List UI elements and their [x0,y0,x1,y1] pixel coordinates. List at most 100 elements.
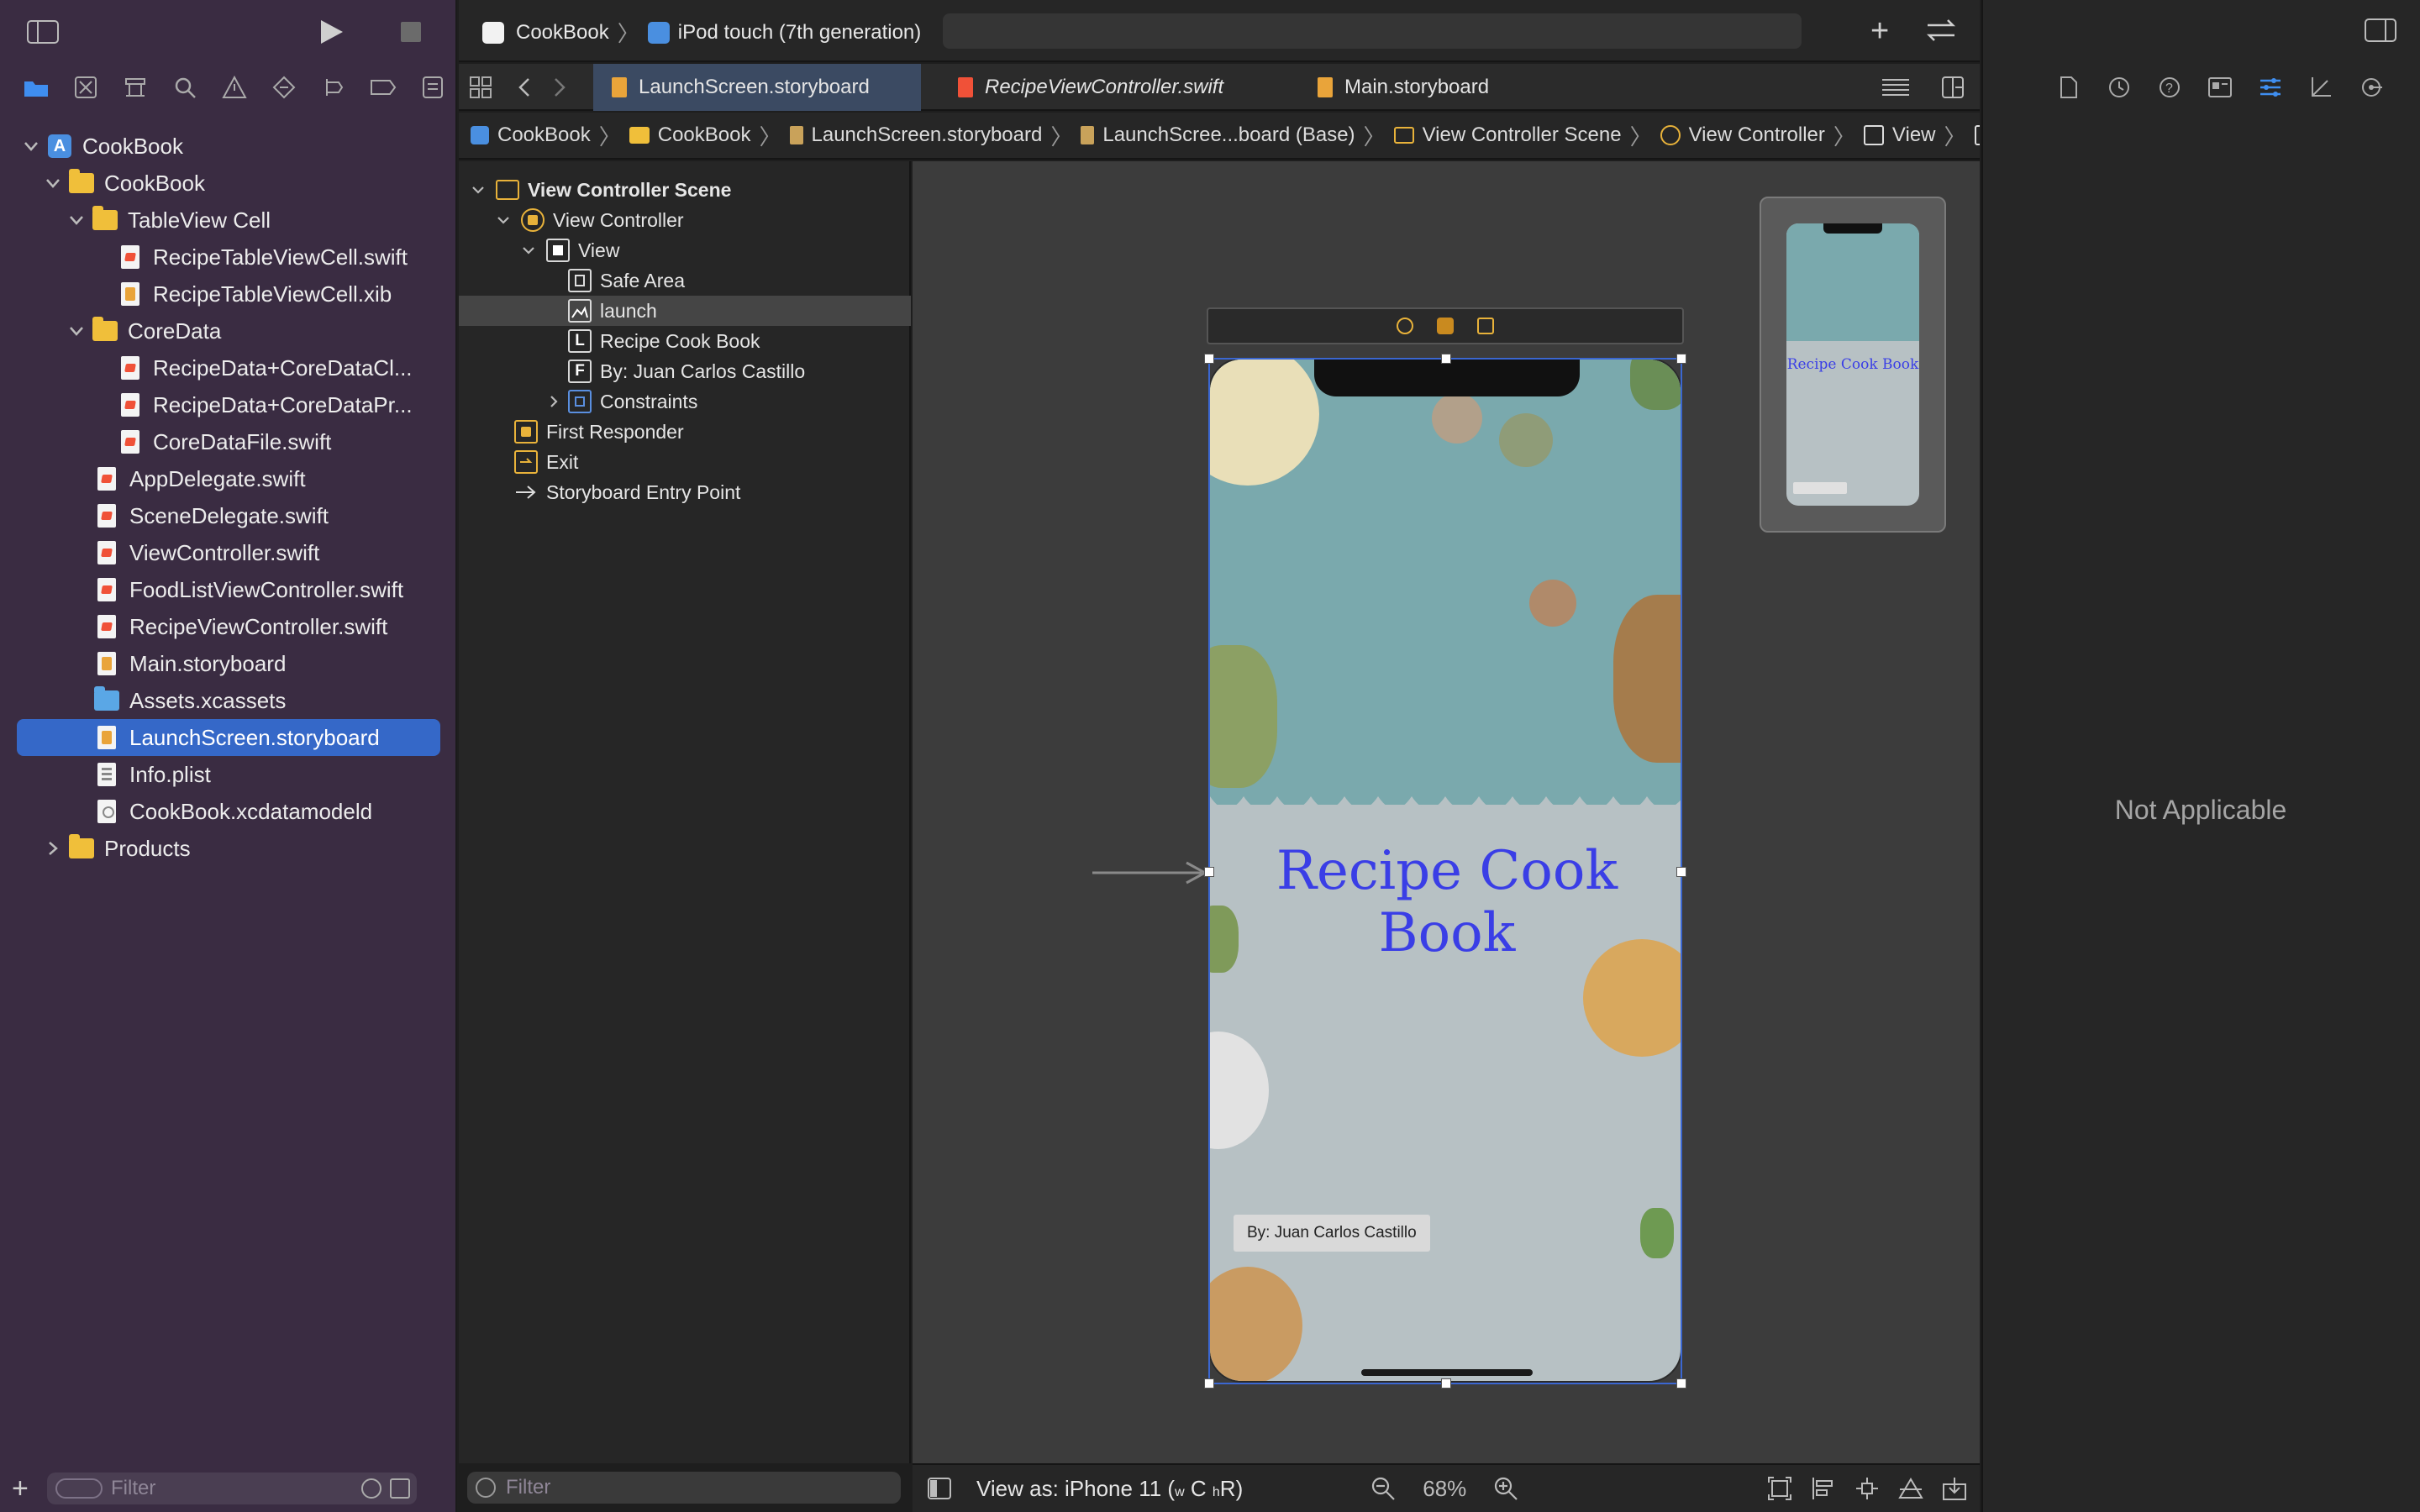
filter-options-icon[interactable] [55,1478,103,1499]
inspector-toggle-icon[interactable] [2365,18,2396,42]
breadcrumb-localization[interactable]: LaunchScree...board (Base) [1081,123,1355,147]
help-inspector-tab-icon[interactable]: ? [2144,67,2195,108]
update-frames-icon[interactable] [1767,1476,1792,1501]
chevron-right-icon[interactable] [42,837,64,859]
breadcrumb-scene[interactable]: View Controller Scene [1393,123,1622,147]
symbol-navigator-tab-icon[interactable] [111,67,160,108]
sidebar-toggle-icon[interactable] [27,20,59,44]
run-button[interactable] [318,18,345,45]
related-items-icon[interactable] [469,76,492,99]
outline-item-view[interactable]: View [518,235,619,265]
recipe-title-label[interactable]: Recipe Cook Book [1220,840,1674,964]
tab-recipeviewcontroller-swift[interactable]: RecipeViewController.swift [939,64,1292,111]
launch-screen-preview[interactable]: Recipe Cook Book By: Juan Carlos Castill… [1208,358,1682,1383]
first-responder-icon[interactable] [1437,318,1454,334]
chevron-down-icon[interactable] [467,179,489,201]
tree-item-file[interactable]: FoodListViewController.swift [17,571,440,608]
canvas-minimap[interactable]: Recipe Cook Book [1760,197,1946,533]
find-navigator-tab-icon[interactable] [160,67,210,108]
connections-inspector-tab-icon[interactable] [2346,67,2396,108]
breadcrumb-image-view[interactable]: launch [1974,123,1980,147]
code-review-toggle-icon[interactable] [1924,17,1958,44]
tree-item-group-cookbook[interactable]: CookBook [17,165,440,202]
breadcrumb-view[interactable]: View [1863,123,1936,147]
tree-item-project[interactable]: A CookBook [17,128,440,165]
tree-item-group-products[interactable]: Products [17,830,440,867]
tree-item-file[interactable]: SceneDelegate.swift [17,497,440,534]
tree-item-file[interactable]: ViewController.swift [17,534,440,571]
outline-item-view-controller[interactable]: View Controller [492,205,684,235]
attributes-inspector-tab-icon[interactable] [2245,67,2296,108]
breadcrumb-project[interactable]: CookBook [471,123,591,147]
tree-item-file[interactable]: CookBook.xcdatamodeld [17,793,440,830]
tab-launchscreen-storyboard[interactable]: LaunchScreen.storyboard [593,64,921,111]
zoom-out-icon[interactable] [1370,1476,1396,1501]
tab-main-storyboard[interactable]: Main.storyboard [1299,64,1551,111]
add-editor-icon[interactable] [1941,76,1965,99]
chevron-right-icon[interactable] [543,391,565,412]
source-control-filter-icon[interactable] [390,1478,410,1499]
view-controller-icon[interactable] [1397,318,1413,334]
history-inspector-tab-icon[interactable] [2094,67,2144,108]
author-text-field[interactable]: By: Juan Carlos Castillo [1234,1215,1430,1252]
chevron-down-icon[interactable] [492,209,514,231]
outline-filter-input[interactable]: Filter [467,1472,901,1504]
chevron-down-icon[interactable] [20,135,42,157]
forward-arrow-icon[interactable] [553,77,566,97]
outline-item-entry-point[interactable]: Storyboard Entry Point [514,477,740,507]
outline-item-author-textfield[interactable]: F By: Juan Carlos Castillo [568,356,805,386]
tree-item-file[interactable]: AppDelegate.swift [17,460,440,497]
identity-inspector-tab-icon[interactable] [2195,67,2245,108]
breadcrumb-group[interactable]: CookBook [629,123,750,147]
zoom-in-icon[interactable] [1493,1476,1518,1501]
breakpoint-navigator-tab-icon[interactable] [358,67,408,108]
chevron-down-icon[interactable] [518,239,539,261]
outline-item-title-label[interactable]: L Recipe Cook Book [568,326,760,356]
tree-item-file[interactable]: CoreDataFile.swift [17,423,440,460]
project-navigator-tab-icon[interactable] [12,67,61,108]
zoom-level[interactable]: 68% [1423,1476,1466,1502]
tree-item-file[interactable]: RecipeData+CoreDataPr... [17,386,440,423]
debug-navigator-tab-icon[interactable] [308,67,358,108]
breadcrumb-view-controller[interactable]: View Controller [1660,123,1825,147]
stop-button[interactable] [400,21,422,43]
tree-item-group-tableview-cell[interactable]: TableView Cell [17,202,440,239]
issue-navigator-tab-icon[interactable] [210,67,260,108]
view-as-device[interactable]: View as: iPhone 11 (w C hR) [976,1476,1243,1502]
tree-item-file[interactable]: RecipeData+CoreDataCl... [17,349,440,386]
report-navigator-tab-icon[interactable] [408,67,457,108]
tree-item-file[interactable]: RecipeTableViewCell.swift [17,239,440,276]
scene-dock[interactable] [1207,307,1684,344]
source-control-navigator-tab-icon[interactable] [61,67,111,108]
outline-item-first-responder[interactable]: First Responder [514,417,684,447]
outline-item-launch-image-view[interactable]: launch [459,296,911,326]
size-inspector-tab-icon[interactable] [2296,67,2346,108]
outline-toggle-icon[interactable] [928,1478,951,1499]
tree-item-group-coredata[interactable]: CoreData [17,312,440,349]
chevron-down-icon[interactable] [42,172,64,194]
exit-icon[interactable] [1477,318,1494,334]
outline-item-exit[interactable]: Exit [514,447,578,477]
outline-item-constraints[interactable]: Constraints [543,386,697,417]
back-arrow-icon[interactable] [518,77,531,97]
scheme-selector[interactable]: CookBook 〉 iPod touch (7th generation) [482,17,921,48]
recent-files-icon[interactable] [361,1478,381,1499]
test-navigator-tab-icon[interactable] [259,67,308,108]
editor-options-icon[interactable] [1881,77,1911,97]
add-icon[interactable]: + [12,1474,40,1503]
storyboard-entry-arrow[interactable] [1092,860,1210,885]
align-icon[interactable] [1811,1476,1836,1501]
add-constraints-icon[interactable] [1854,1476,1880,1501]
tree-item-file[interactable]: Main.storyboard [17,645,440,682]
tree-item-file[interactable]: Info.plist [17,756,440,793]
tree-item-file[interactable]: Assets.xcassets [17,682,440,719]
tree-item-file[interactable]: RecipeViewController.swift [17,608,440,645]
file-inspector-tab-icon[interactable] [2044,67,2094,108]
chevron-down-icon[interactable] [66,209,87,231]
resolve-issues-icon[interactable] [1898,1476,1924,1501]
navigator-filter-input[interactable]: Filter [47,1473,417,1504]
outline-item-safe-area[interactable]: Safe Area [568,265,685,296]
embed-in-icon[interactable] [1942,1476,1967,1501]
tree-item-file[interactable]: RecipeTableViewCell.xib [17,276,440,312]
add-library-button[interactable]: + [1870,15,1889,47]
